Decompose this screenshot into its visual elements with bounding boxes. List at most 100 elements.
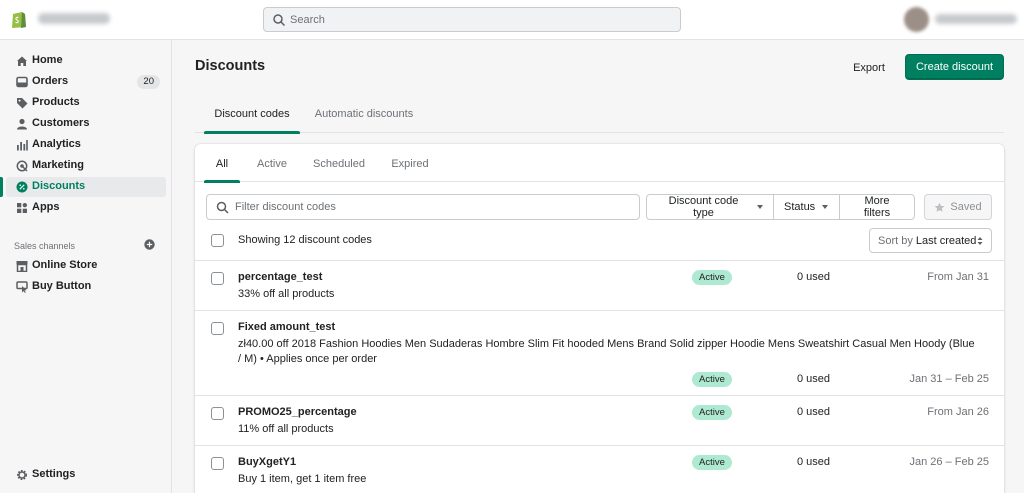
tab-discount-codes[interactable]: Discount codes — [204, 98, 300, 134]
saved-button[interactable]: Saved — [924, 194, 992, 220]
status-badge: Active — [692, 372, 732, 387]
sidebar-item-buy-button[interactable]: Buy Button — [6, 277, 166, 297]
discount-code[interactable]: PROMO25_percentage — [238, 406, 357, 418]
discount-code[interactable]: BuyXgetY1 — [238, 456, 296, 468]
saved-label: Saved — [950, 201, 982, 213]
sidebar-item-orders[interactable]: Orders 20 — [6, 72, 166, 92]
add-channel-icon[interactable] — [144, 239, 155, 250]
sidebar-item-label: Apps — [32, 201, 60, 213]
export-button[interactable]: Export — [842, 55, 896, 80]
active-dates: Jan 31 – Feb 25 — [909, 373, 989, 385]
sales-channels-title: Sales channels — [14, 241, 76, 251]
row-checkbox[interactable] — [211, 457, 224, 470]
table-row[interactable]: Fixed amount_test zł40.00 off 2018 Fashi… — [195, 310, 1004, 395]
avatar[interactable] — [904, 7, 929, 32]
star-icon — [935, 202, 945, 212]
page-title: Discounts — [195, 58, 266, 74]
active-dates: From Jan 26 — [927, 406, 989, 418]
sort-prefix: Sort by — [878, 234, 913, 247]
top-bar — [0, 0, 1024, 40]
sidebar-item-online-store[interactable]: Online Store — [6, 256, 166, 276]
usage-count: 0 used — [797, 456, 831, 468]
table-row[interactable]: PROMO25_percentage 11% off all products … — [195, 395, 1004, 445]
sidebar-item-label: Home — [32, 54, 63, 66]
filter-label: Status — [784, 201, 816, 213]
usage-count: 0 used — [797, 271, 831, 283]
sidebar-item-customers[interactable]: Customers — [6, 114, 166, 134]
sidebar: Home Orders 20 Products Customers Analyt… — [0, 40, 172, 493]
store-icon — [16, 261, 28, 272]
home-icon — [17, 56, 27, 66]
create-discount-button[interactable]: Create discount — [905, 54, 1004, 80]
discount-code-type-filter[interactable]: Discount code type — [646, 194, 774, 220]
customer-icon — [17, 118, 27, 130]
table-row[interactable]: BuyXgetY1 Buy 1 item, get 1 item free Ac… — [195, 445, 1004, 493]
page-tabs: Discount codes Automatic discounts — [195, 98, 1004, 134]
sidebar-item-label: Customers — [32, 117, 90, 129]
store-name[interactable] — [38, 13, 110, 24]
active-dates: From Jan 31 — [927, 271, 989, 283]
search-input[interactable] — [290, 11, 670, 28]
analytics-icon — [17, 140, 28, 151]
discount-description: zł40.00 off 2018 Fashion Hoodies Men Sud… — [238, 338, 975, 365]
tag-icon — [17, 98, 28, 109]
status-badge: Active — [692, 270, 732, 285]
tab-automatic-discounts[interactable]: Automatic discounts — [308, 98, 420, 133]
search-icon — [216, 201, 229, 214]
tab-all[interactable]: All — [204, 144, 240, 183]
filter-discount-codes-input[interactable] — [235, 199, 635, 215]
sidebar-item-label: Analytics — [32, 138, 81, 150]
search-icon — [273, 14, 286, 27]
sidebar-item-label: Marketing — [32, 159, 84, 171]
orders-icon — [16, 76, 28, 88]
active-dates: Jan 26 – Feb 25 — [909, 456, 989, 468]
tab-scheduled[interactable]: Scheduled — [308, 144, 370, 182]
sidebar-item-marketing[interactable]: Marketing — [6, 156, 166, 176]
filter-label: Discount code type — [668, 195, 739, 219]
discount-description: 33% off all products — [238, 288, 335, 300]
table-row[interactable]: percentage_test 33% off all products Act… — [195, 260, 1004, 310]
status-badge: Active — [692, 405, 732, 420]
row-checkbox[interactable] — [211, 407, 224, 420]
sidebar-item-label: Products — [32, 96, 80, 108]
apps-icon — [17, 203, 27, 213]
discount-description: Buy 1 item, get 1 item free — [238, 473, 367, 485]
sidebar-item-label: Discounts — [32, 180, 86, 192]
sidebar-item-apps[interactable]: Apps — [6, 198, 166, 218]
shopify-logo-icon[interactable] — [10, 9, 28, 29]
status-tabs: All Active Scheduled Expired — [195, 144, 1004, 183]
sidebar-item-discounts[interactable]: Discounts — [0, 177, 166, 197]
usage-count: 0 used — [797, 373, 831, 385]
sort-select[interactable]: Sort by Last created — [869, 228, 992, 253]
discount-code[interactable]: Fixed amount_test — [238, 321, 335, 333]
discounts-card: All Active Scheduled Expired Discount co… — [195, 144, 1004, 493]
sidebar-item-home[interactable]: Home — [6, 51, 166, 71]
discount-code[interactable]: percentage_test — [238, 271, 322, 283]
status-filter[interactable]: Status — [773, 194, 840, 220]
search-bar[interactable] — [263, 7, 681, 32]
sort-value: Last created — [915, 234, 977, 247]
filter-box[interactable] — [206, 194, 640, 220]
orders-count-badge: 20 — [137, 75, 160, 89]
sidebar-item-label: Settings — [32, 468, 76, 480]
sidebar-item-analytics[interactable]: Analytics — [6, 135, 166, 155]
sidebar-item-label: Orders — [32, 75, 69, 87]
select-all-checkbox[interactable] — [211, 234, 224, 247]
sidebar-item-label: Buy Button — [32, 280, 92, 292]
status-badge: Active — [692, 455, 732, 470]
caret-down-icon — [822, 205, 829, 209]
row-checkbox[interactable] — [211, 272, 224, 285]
gear-icon — [17, 470, 27, 480]
row-checkbox[interactable] — [211, 322, 224, 335]
sidebar-item-settings[interactable]: Settings — [6, 465, 166, 485]
showing-count: Showing 12 discount codes — [238, 234, 372, 246]
buy-button-icon — [16, 281, 28, 293]
marketing-icon — [16, 160, 28, 172]
more-filters-button[interactable]: More filters — [839, 194, 915, 220]
caret-down-icon — [757, 205, 763, 209]
sidebar-item-products[interactable]: Products — [6, 93, 166, 113]
sidebar-item-label: Online Store — [32, 259, 98, 271]
tab-active[interactable]: Active — [249, 144, 295, 182]
user-name[interactable] — [935, 14, 1017, 24]
tab-expired[interactable]: Expired — [385, 144, 435, 182]
